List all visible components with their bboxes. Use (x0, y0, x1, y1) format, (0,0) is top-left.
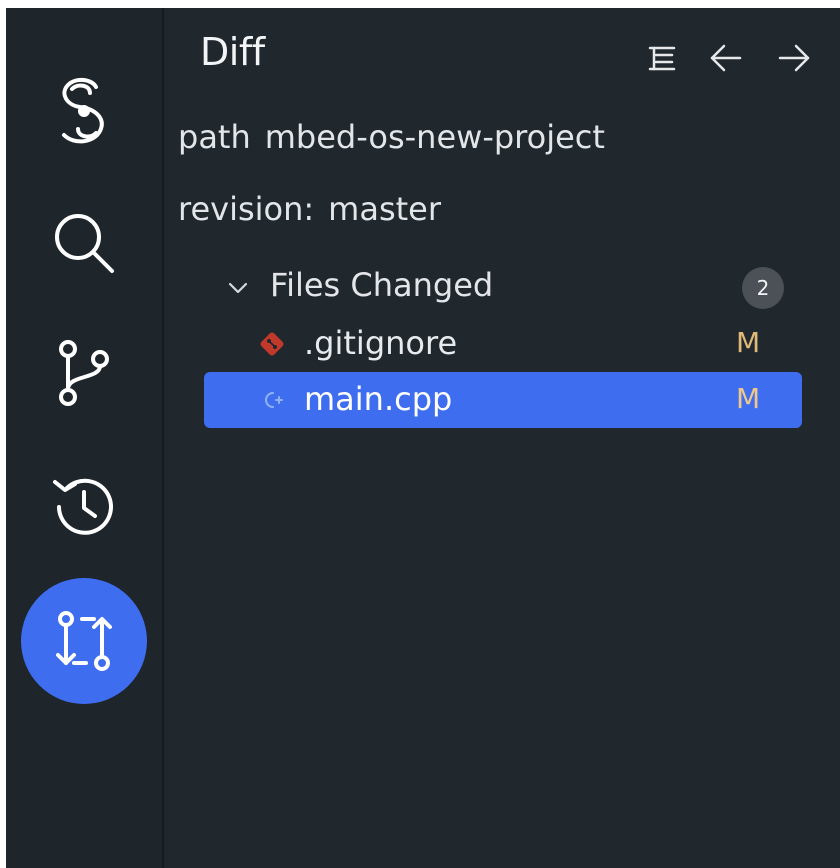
activity-search-button[interactable] (6, 188, 162, 298)
spiral-logo-icon (62, 78, 104, 144)
file-row-main-cpp[interactable]: main.cpp M (204, 372, 802, 428)
path-info: path mbed-os-new-project (178, 118, 605, 156)
activity-source-control-button[interactable] (6, 318, 162, 428)
arrow-left-icon (710, 44, 742, 72)
file-status: M (736, 382, 761, 415)
revision-value: master (328, 190, 442, 228)
activity-diff-button[interactable] (6, 578, 162, 704)
git-file-icon (260, 332, 284, 356)
panel-title: Diff (200, 30, 265, 74)
activity-bar (6, 8, 164, 868)
files-changed-group[interactable]: Files Changed 2 (214, 264, 794, 312)
activity-history-button[interactable] (6, 452, 162, 562)
revision-info: revision: master (178, 190, 441, 228)
file-name: main.cpp (304, 380, 453, 418)
active-indicator (21, 578, 147, 704)
app-window: Diff path mbed-os-new-project revision: … (6, 8, 840, 868)
arrow-right-icon (778, 44, 810, 72)
search-icon (55, 214, 114, 273)
revision-label: revision: (178, 190, 315, 228)
path-value: mbed-os-new-project (264, 118, 605, 156)
diff-panel: Diff path mbed-os-new-project revision: … (164, 8, 840, 868)
group-label: Files Changed (270, 266, 494, 304)
activity-logo-button[interactable] (6, 56, 162, 166)
back-button[interactable] (704, 36, 748, 80)
file-status: M (736, 326, 761, 359)
chevron-down-icon[interactable] (226, 276, 250, 300)
tree-view-button[interactable] (640, 36, 684, 80)
path-label: path (178, 118, 251, 156)
tree-view-icon (648, 46, 676, 71)
file-row-gitignore[interactable]: .gitignore M (204, 316, 802, 372)
git-branch-icon (59, 340, 109, 406)
file-name: .gitignore (304, 324, 458, 362)
history-icon (53, 478, 113, 535)
git-compare-icon (56, 611, 112, 671)
cpp-file-icon (265, 392, 283, 408)
count-badge: 2 (742, 267, 784, 309)
forward-button[interactable] (772, 36, 816, 80)
